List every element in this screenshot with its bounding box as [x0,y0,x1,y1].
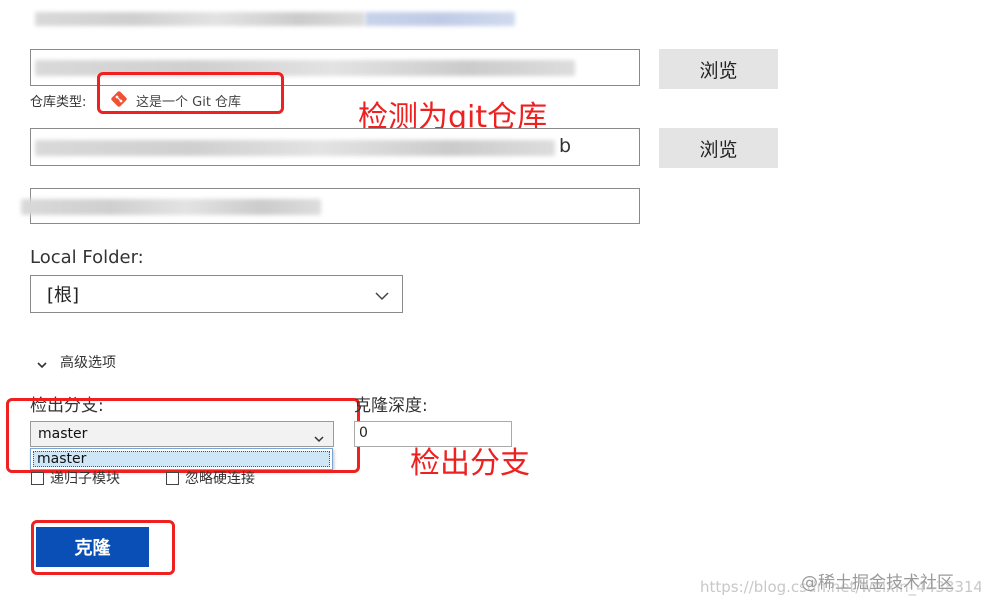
header-link-blurred [365,12,515,26]
browse-button-1[interactable]: 浏览 [659,49,778,89]
name-blurred [21,199,321,215]
local-folder-value: [根] [47,285,80,306]
chevron-down-icon [36,356,48,369]
repo-type-label: 仓库类型: [30,95,87,110]
chevron-down-icon [374,287,390,306]
clone-depth-input[interactable]: 0 [354,421,512,447]
watermark-site: @稀土掘金技术社区 [801,573,954,593]
repo-url-tail: b [559,135,572,157]
recursive-submodules-checkbox[interactable] [31,472,44,485]
repo-url-blurred [35,140,555,156]
clone-depth-label: 克隆深度: [354,396,428,416]
advanced-toggle[interactable]: 高级选项 [36,352,116,372]
name-input[interactable] [21,188,640,224]
clone-highlight [31,520,175,575]
local-folder-select[interactable]: [根] [30,275,403,313]
header-text-blurred [35,12,365,26]
advanced-label: 高级选项 [60,355,116,371]
ignore-hardlinks-checkbox[interactable] [166,472,179,485]
checkout-highlight [6,398,360,473]
clone-depth-value: 0 [359,425,368,441]
ignore-hardlinks-label: 忽略硬连接 [185,471,255,487]
repo-url-input[interactable]: b [30,128,640,166]
recursive-submodules-label: 递归子模块 [50,471,120,487]
git-detect-highlight [97,72,284,114]
browse-button-2[interactable]: 浏览 [659,128,778,168]
local-folder-label: Local Folder: [30,247,144,268]
